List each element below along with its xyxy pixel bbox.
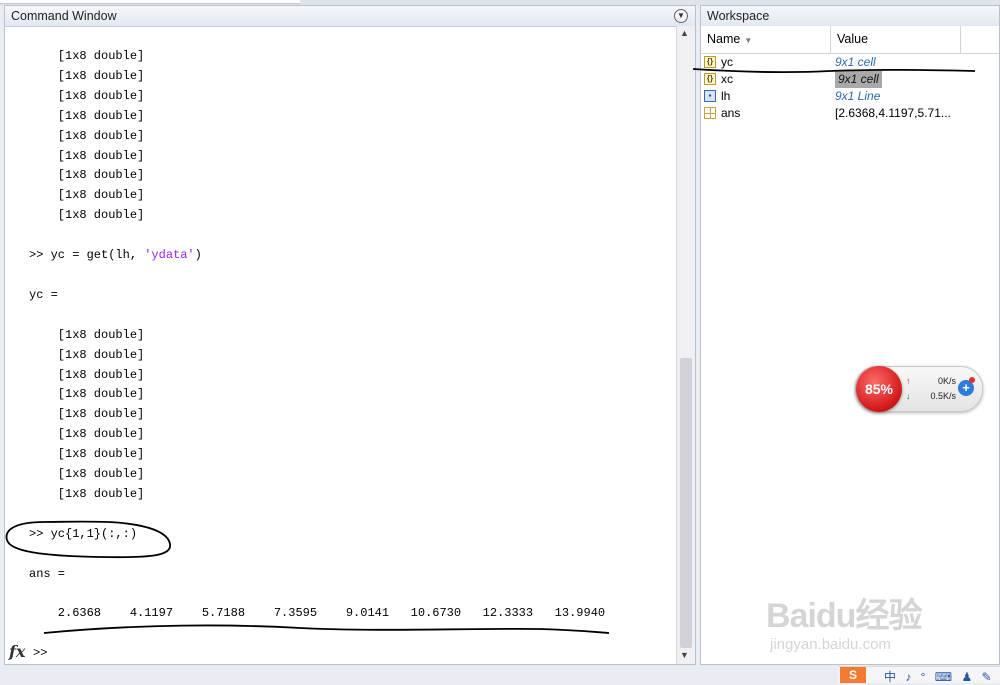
cell-entry: [1x8 double] — [29, 188, 145, 203]
command-window-header: Command Window ▼ — [5, 6, 695, 27]
memory-usage-badge[interactable]: 85% — [856, 366, 902, 412]
result-label-yc: yc = — [29, 287, 58, 302]
column-name[interactable]: Name ▼ — [701, 26, 831, 53]
cell-entry: [1x8 double] — [29, 128, 145, 143]
cell-entry: [1x8 double] — [29, 347, 145, 362]
vertical-scrollbar[interactable]: ▲ ▼ — [676, 26, 695, 664]
baidu-watermark: Baidu经验 jingyan.baidu.com — [766, 597, 922, 653]
sogou-ime-icon[interactable]: S — [840, 667, 866, 683]
scrolled-toolbar — [0, 0, 300, 4]
workspace-row-lh[interactable]: ▪ lh 9x1 Line — [701, 88, 999, 105]
cell-entry: [1x8 double] — [29, 447, 145, 462]
function-browser-icon[interactable]: fx — [9, 642, 25, 661]
download-rate: ↓ 0.5K/s — [906, 391, 956, 401]
output-block-2: [1x8 double] [1x8 double] [1x8 double] [… — [29, 326, 605, 505]
cell-entry: [1x8 double] — [29, 49, 145, 63]
cell-entry: [1x8 double] — [29, 88, 145, 103]
cell-entry: [1x8 double] — [29, 168, 145, 183]
panel-actions-icon[interactable]: ▼ — [674, 9, 688, 23]
workspace-row-xc[interactable]: {} xc 9x1 cell — [701, 71, 999, 88]
system-tray: S 中 ♪ ° ⌨ ♟ ✎ — [838, 666, 1000, 685]
result-label-ans: ans = — [29, 566, 66, 581]
upload-rate: ↑ 0K/s — [906, 376, 956, 386]
cell-entry: [1x8 double] — [29, 367, 145, 382]
cell-icon: {} — [704, 73, 716, 85]
cell-entry: [1x8 double] — [29, 427, 145, 442]
workspace-variable-list: {} yc 9x1 cell {} xc 9x1 cell ▪ lh 9x1 L… — [701, 54, 999, 122]
notification-dot-icon — [969, 377, 975, 383]
cell-entry: [1x8 double] — [29, 108, 145, 123]
matrix-icon — [704, 107, 716, 119]
scroll-up-icon[interactable]: ▲ — [680, 28, 689, 38]
command-lines: [1x8 double] [1x8 double] [1x8 double] [… — [29, 47, 605, 624]
cell-entry: [1x8 double] — [29, 148, 145, 163]
workspace-panel[interactable]: Workspace Name ▼ Value {} yc 9x1 cell {} … — [700, 5, 1000, 665]
output-block-1: [1x8 double] [1x8 double] [1x8 double] [… — [29, 47, 605, 226]
workspace-column-header: Name ▼ Value — [701, 26, 999, 54]
workspace-row-ans[interactable]: ans [2.6368,4.1197,5.71... — [701, 105, 999, 122]
cell-icon: {} — [704, 56, 716, 68]
ime-toolbar-icons[interactable]: 中 ♪ ° ⌨ ♟ ✎ — [884, 668, 995, 685]
column-value[interactable]: Value — [831, 26, 961, 53]
command-window-title: Command Window — [11, 9, 117, 23]
cell-entry: [1x8 double] — [29, 387, 145, 402]
cell-entry: [1x8 double] — [29, 467, 145, 482]
network-speed-widget[interactable]: 85% ↑ 0K/s ↓ 0.5K/s + — [855, 366, 983, 412]
cell-entry: [1x8 double] — [29, 68, 145, 83]
ans-values: 2.6368 4.1197 5.7188 7.3595 9.0141 10.67… — [29, 606, 606, 621]
workspace-header: Workspace — [701, 6, 999, 27]
workspace-title: Workspace — [707, 9, 770, 23]
command-prompt-row[interactable]: fx >> — [5, 642, 677, 664]
command-prompt[interactable]: >> — [33, 646, 47, 660]
cell-entry: [1x8 double] — [29, 327, 145, 342]
sort-arrow-icon: ▼ — [744, 36, 753, 45]
command-window-panel[interactable]: Command Window ▼ [1x8 double] [1x8 doubl… — [4, 5, 696, 665]
command-line-1: >> yc = get(lh, 'ydata') — [29, 248, 202, 263]
scroll-down-icon[interactable]: ▼ — [680, 650, 689, 660]
scrollbar-thumb[interactable] — [680, 358, 692, 648]
workspace-row-yc[interactable]: {} yc 9x1 cell — [701, 54, 999, 71]
cell-entry: [1x8 double] — [29, 208, 145, 223]
cell-entry: [1x8 double] — [29, 486, 145, 501]
arrow-down-icon: ↓ — [906, 391, 911, 401]
line-object-icon: ▪ — [704, 90, 716, 102]
cell-entry: [1x8 double] — [29, 407, 145, 422]
arrow-up-icon: ↑ — [906, 376, 911, 386]
command-line-2: >> yc{1,1}(:,:) — [29, 526, 138, 541]
command-output[interactable]: [1x8 double] [1x8 double] [1x8 double] [… — [5, 26, 677, 646]
